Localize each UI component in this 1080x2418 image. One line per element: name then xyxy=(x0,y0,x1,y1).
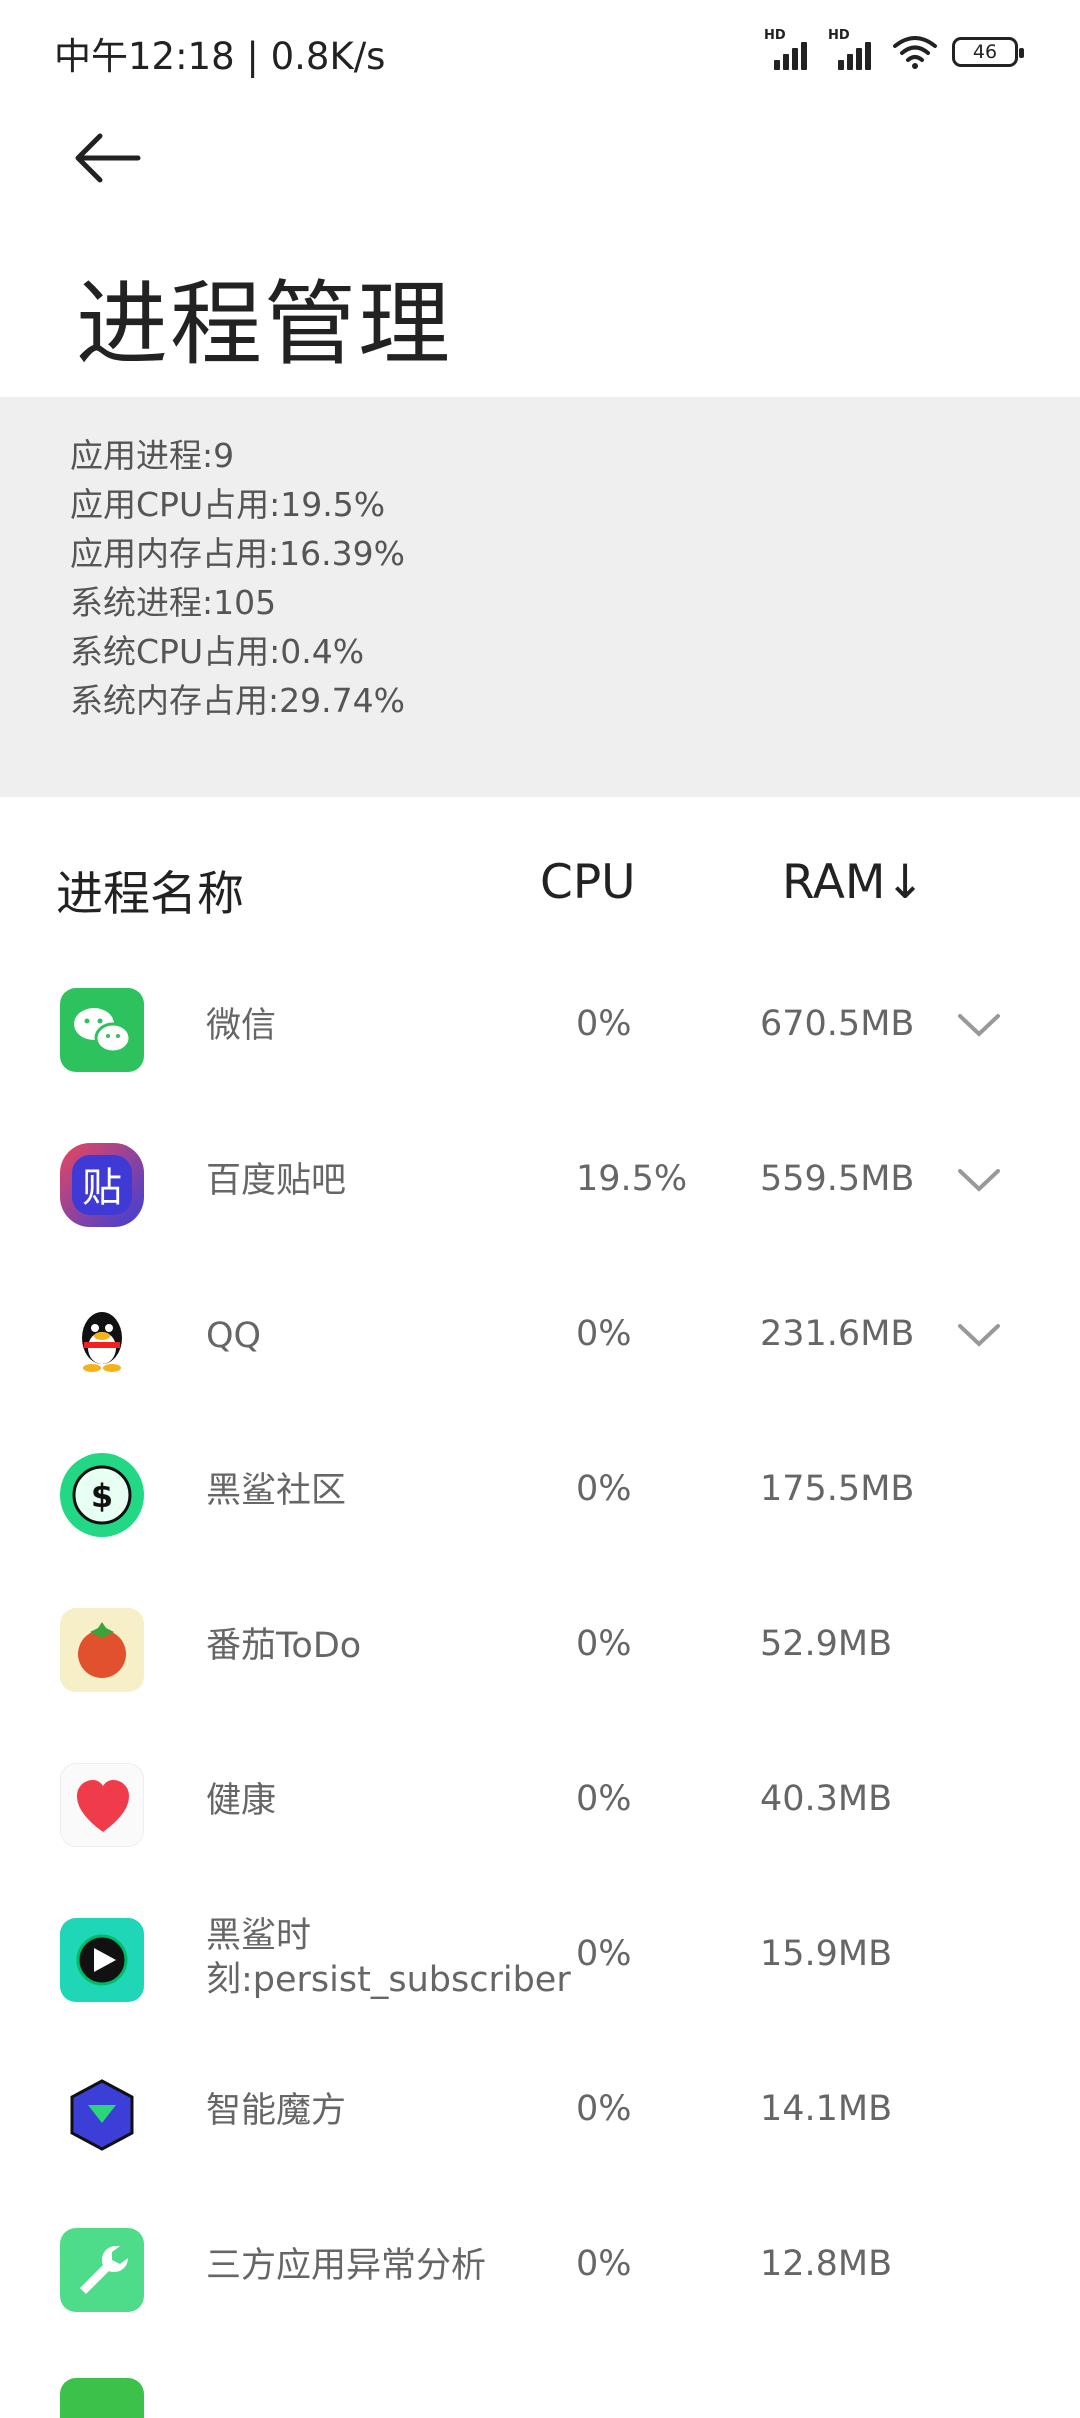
process-name: 黑鲨社区 xyxy=(206,1471,347,1511)
process-name: 微信 xyxy=(206,1006,277,1046)
process-cpu: 0% xyxy=(576,1314,632,1354)
process-ram: 40.3MB xyxy=(760,1779,893,1819)
signal-icon: HD xyxy=(764,28,814,70)
page-title: 进程管理 xyxy=(76,271,453,378)
svg-text:$: $ xyxy=(91,1477,113,1515)
process-row[interactable]: 健康 0% 40.3MB xyxy=(0,1727,1080,1882)
process-ram: 12.8MB xyxy=(760,2244,893,2284)
column-header-ram[interactable]: RAM↓ xyxy=(782,855,925,910)
wifi-icon xyxy=(893,36,937,69)
signal-icon-2: HD xyxy=(828,28,878,70)
smart-cube-icon xyxy=(60,2073,144,2157)
summary-panel: 应用进程:9 应用CPU占用:19.5% 应用内存占用:16.39% 系统进程:… xyxy=(0,397,1080,797)
chevron-down-icon[interactable] xyxy=(956,1322,1002,1350)
process-row[interactable]: 微信 0% 670.5MB xyxy=(0,952,1080,1107)
process-cpu: 19.5% xyxy=(576,1159,688,1199)
tomato-todo-icon xyxy=(60,1608,144,1692)
process-name: QQ xyxy=(206,1316,262,1356)
hd-label-2: HD xyxy=(828,28,850,43)
process-name: 番茄ToDo xyxy=(206,1626,362,1666)
battery-icon: 46 xyxy=(952,37,1024,67)
process-row[interactable]: 智能魔方 0% 14.1MB xyxy=(0,2037,1080,2192)
process-cpu: 0% xyxy=(576,2244,632,2284)
process-cpu: 0% xyxy=(576,1779,632,1819)
column-header-name[interactable]: 进程名称 xyxy=(56,855,244,924)
partial-app-icon xyxy=(60,2378,144,2418)
status-time-speed: 中午12:18 | 0.8K/s xyxy=(54,35,386,78)
process-row[interactable]: 贴 百度贴吧 19.5% 559.5MB xyxy=(0,1107,1080,1262)
back-arrow-icon[interactable] xyxy=(72,128,142,188)
process-cpu: 0% xyxy=(576,1004,632,1044)
chevron-down-icon[interactable] xyxy=(956,1012,1002,1040)
process-ram: 175.5MB xyxy=(760,1469,915,1509)
process-cpu: 0% xyxy=(576,2089,632,2129)
process-row[interactable]: $ 黑鲨社区 0% 175.5MB xyxy=(0,1417,1080,1572)
blackshark-moment-icon xyxy=(60,1918,144,2002)
process-name: 智能魔方 xyxy=(206,2091,347,2131)
process-name: 三方应用异常分析 xyxy=(206,2246,487,2286)
svg-text:贴: 贴 xyxy=(82,1165,122,1211)
process-ram: 52.9MB xyxy=(760,1624,893,1664)
process-cpu: 0% xyxy=(576,1469,632,1509)
summary-system-cpu: 系统CPU占用:0.4% xyxy=(70,632,365,671)
process-name-line1: 黑鲨时 xyxy=(206,1916,312,1956)
summary-system-memory: 系统内存占用:29.74% xyxy=(70,681,405,720)
wechat-icon xyxy=(60,988,144,1072)
summary-system-processes: 系统进程:105 xyxy=(70,583,277,622)
status-bar: 中午12:18 | 0.8K/s HD HD 46 xyxy=(0,0,1080,100)
summary-app-cpu: 应用CPU占用:19.5% xyxy=(70,485,386,524)
process-cpu: 0% xyxy=(576,1934,632,1974)
process-row[interactable]: 番茄ToDo 0% 52.9MB xyxy=(0,1572,1080,1727)
process-name: 百度贴吧 xyxy=(206,1161,347,1201)
process-row[interactable]: 黑鲨时 刻:persist_subscriber 0% 15.9MB xyxy=(0,1882,1080,2037)
process-cpu: 0% xyxy=(576,1624,632,1664)
process-ram: 231.6MB xyxy=(760,1314,915,1354)
baidu-tieba-icon: 贴 xyxy=(60,1143,144,1227)
chevron-down-icon[interactable] xyxy=(956,1167,1002,1195)
process-ram: 670.5MB xyxy=(760,1004,915,1044)
process-row[interactable]: 三方应用异常分析 0% 12.8MB xyxy=(0,2192,1080,2347)
process-row[interactable]: QQ 0% 231.6MB xyxy=(0,1262,1080,1417)
process-name: 黑鲨时 刻:persist_subscriber xyxy=(206,1914,571,2002)
column-header-cpu[interactable]: CPU xyxy=(540,855,636,910)
process-name-line2: 刻:persist_subscriber xyxy=(206,1960,571,2000)
summary-app-processes: 应用进程:9 xyxy=(70,436,235,475)
status-icons: HD HD 46 xyxy=(764,28,1024,70)
qq-icon xyxy=(60,1298,144,1382)
battery-level: 46 xyxy=(972,41,998,63)
health-heart-icon xyxy=(60,1763,144,1847)
wrench-analysis-icon xyxy=(60,2228,144,2312)
summary-app-memory: 应用内存占用:16.39% xyxy=(70,534,405,573)
process-ram: 559.5MB xyxy=(760,1159,915,1199)
process-name: 健康 xyxy=(206,1781,277,1821)
process-ram: 15.9MB xyxy=(760,1934,893,1974)
process-ram: 14.1MB xyxy=(760,2089,893,2129)
blackshark-community-icon: $ xyxy=(60,1453,144,1537)
hd-label: HD xyxy=(764,28,786,43)
